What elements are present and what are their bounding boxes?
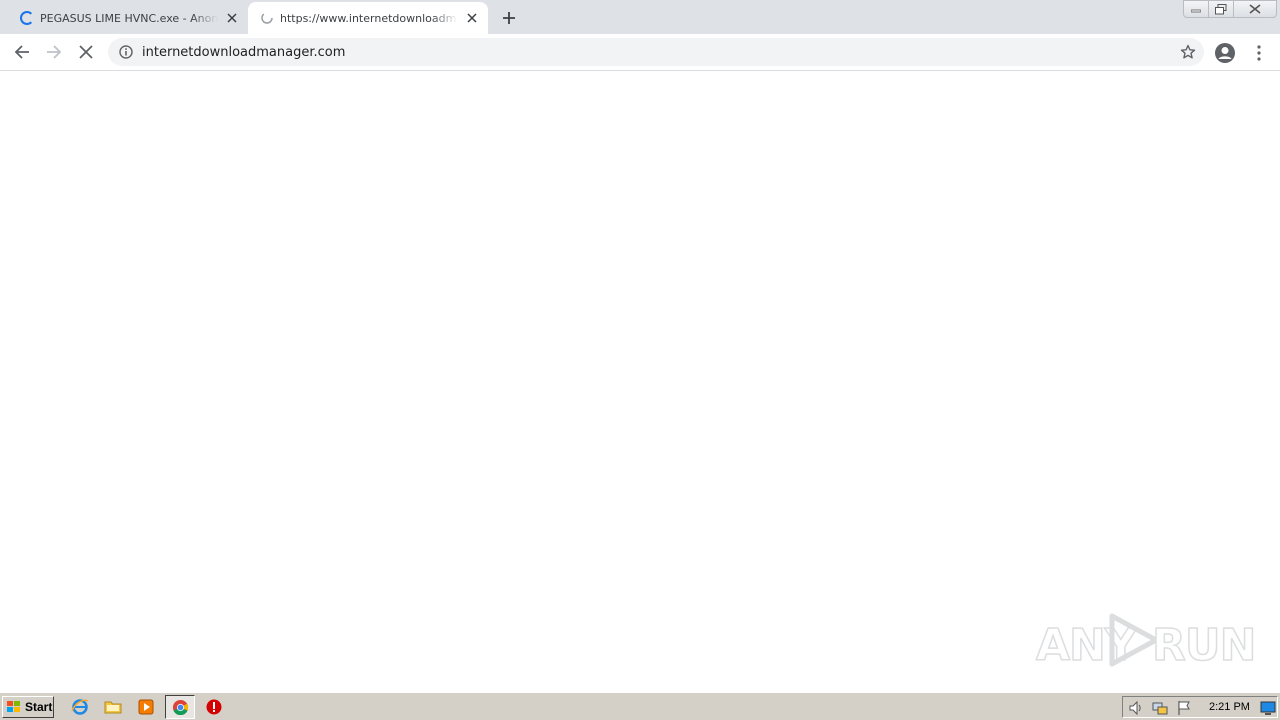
media-player-icon[interactable] bbox=[137, 698, 155, 716]
stop-loading-button[interactable] bbox=[72, 38, 100, 66]
internet-explorer-icon[interactable] bbox=[71, 698, 89, 716]
network-icon[interactable] bbox=[1152, 700, 1168, 716]
arrow-right-icon bbox=[47, 45, 62, 59]
folder-icon[interactable] bbox=[104, 698, 122, 716]
close-window-button[interactable] bbox=[1233, 0, 1277, 18]
loading-spinner-icon bbox=[20, 11, 34, 25]
info-icon[interactable] bbox=[118, 44, 134, 60]
anyrun-watermark: ANY RUN bbox=[1035, 608, 1257, 672]
new-tab-button[interactable] bbox=[498, 7, 520, 29]
loading-spinner-icon bbox=[260, 11, 274, 25]
page-viewport[interactable] bbox=[0, 72, 1280, 692]
windows-logo-icon bbox=[7, 701, 20, 712]
close-icon bbox=[1249, 4, 1261, 14]
bookmark-star-icon[interactable] bbox=[1180, 44, 1196, 60]
chrome-icon bbox=[172, 699, 189, 716]
clock[interactable]: 2:21 PM bbox=[1209, 701, 1250, 713]
close-icon bbox=[79, 45, 93, 59]
tab-internetdownloadmanager[interactable]: https://www.internetdownloadmanager.c bbox=[248, 2, 488, 34]
tab-strip: PEGASUS LIME HVNC.exe - AnonFile https:/… bbox=[0, 0, 1280, 34]
stop-icon[interactable] bbox=[205, 698, 223, 716]
tab-title: https://www.internetdownloadmanager.c bbox=[280, 11, 458, 25]
watermark-text-right: RUN bbox=[1151, 619, 1257, 672]
show-desktop-icon[interactable] bbox=[1260, 700, 1276, 716]
flag-icon[interactable] bbox=[1176, 700, 1192, 716]
url-text[interactable]: internetdownloadmanager.com bbox=[142, 45, 345, 60]
close-tab-icon[interactable] bbox=[464, 10, 480, 26]
speaker-icon[interactable] bbox=[1128, 700, 1144, 716]
restore-icon bbox=[1215, 3, 1227, 14]
plus-icon bbox=[503, 12, 515, 24]
system-tray: 2:21 PM bbox=[1122, 696, 1278, 718]
forward-button[interactable] bbox=[40, 38, 68, 66]
windows-taskbar: Start 2:21 PM bbox=[0, 692, 1280, 720]
close-tab-icon[interactable] bbox=[224, 10, 240, 26]
arrow-left-icon bbox=[14, 45, 29, 59]
profile-avatar-icon[interactable] bbox=[1214, 42, 1236, 64]
tab-anonfile[interactable]: PEGASUS LIME HVNC.exe - AnonFile bbox=[8, 2, 248, 34]
start-button[interactable]: Start bbox=[2, 696, 54, 718]
back-button[interactable] bbox=[8, 38, 36, 66]
address-bar[interactable]: internetdownloadmanager.com bbox=[108, 38, 1204, 66]
browser-toolbar: internetdownloadmanager.com bbox=[0, 34, 1280, 71]
minimize-button[interactable] bbox=[1183, 0, 1209, 18]
start-label: Start bbox=[25, 700, 53, 714]
minimize-icon bbox=[1191, 9, 1201, 13]
chrome-taskbar-button[interactable] bbox=[165, 695, 195, 719]
restore-button[interactable] bbox=[1208, 0, 1234, 18]
menu-kebab-icon[interactable] bbox=[1250, 42, 1268, 64]
tab-title: PEGASUS LIME HVNC.exe - AnonFile bbox=[40, 11, 218, 25]
